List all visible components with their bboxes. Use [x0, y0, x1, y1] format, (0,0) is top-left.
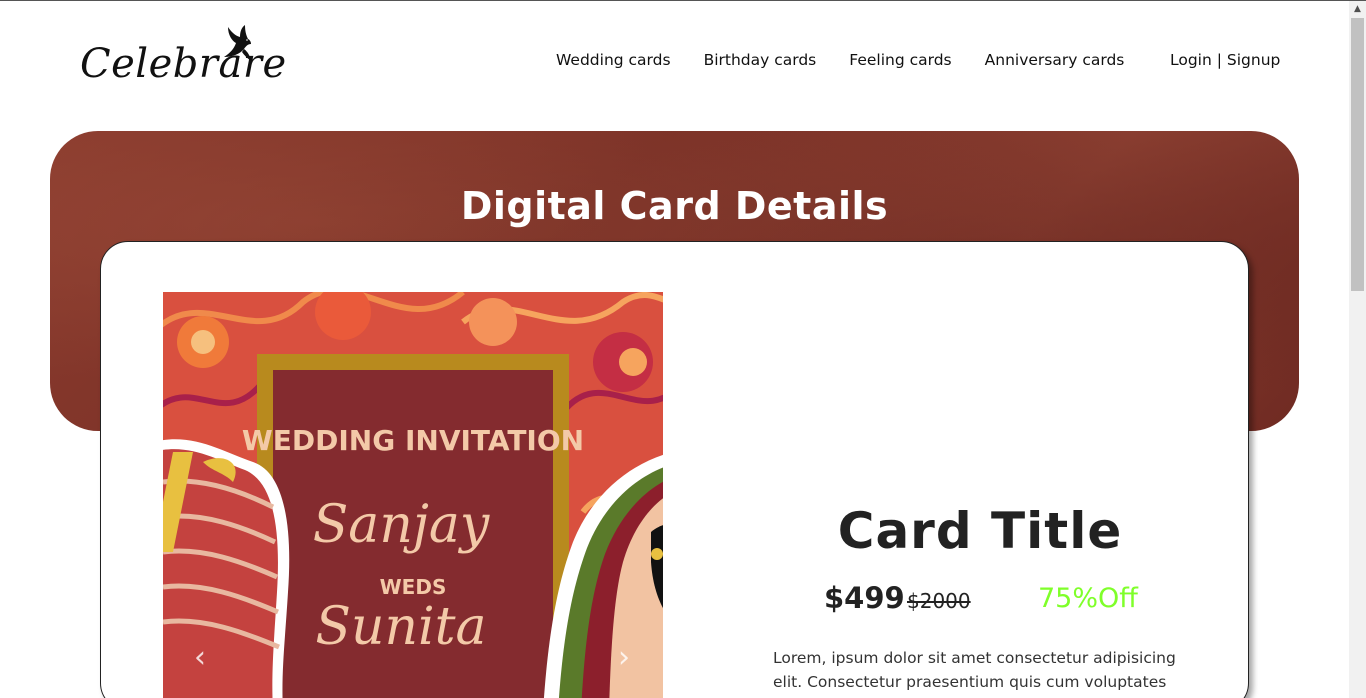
brand-name: Celebrare	[80, 41, 287, 87]
auth-links: Login | Signup	[1170, 51, 1280, 69]
login-link[interactable]: Login	[1170, 51, 1212, 69]
signup-link[interactable]: Signup	[1227, 51, 1280, 69]
invitation-name-one: Sanjay	[313, 495, 490, 555]
invitation-name-two: Sunita	[315, 597, 486, 657]
discount-badge: 75%Off	[1038, 583, 1138, 614]
scroll-up-arrow-icon[interactable]: ▲	[1349, 1, 1366, 18]
scrollbar-thumb[interactable]	[1351, 18, 1364, 291]
site-header: Celebrare Wedding cards Birthday cards F…	[0, 1, 1349, 111]
nav-feeling-cards[interactable]: Feeling cards	[849, 51, 951, 69]
main-nav: Wedding cards Birthday cards Feeling car…	[556, 51, 1157, 69]
brand-logo[interactable]: Celebrare	[80, 23, 286, 89]
card-title: Card Title	[837, 502, 1123, 560]
nav-anniversary-cards[interactable]: Anniversary cards	[985, 51, 1125, 69]
current-price: $499	[824, 581, 905, 615]
chevron-left-icon[interactable]: ‹	[188, 640, 212, 676]
page-scrollbar[interactable]: ▲	[1349, 1, 1366, 698]
dove-icon	[224, 25, 251, 61]
nav-wedding-cards[interactable]: Wedding cards	[556, 51, 671, 69]
page-title: Digital Card Details	[460, 184, 889, 228]
card-image-carousel[interactable]: WEDDING INVITATION Sanjay WEDS Sunita	[163, 292, 663, 698]
invitation-heading: WEDDING INVITATION	[242, 424, 584, 457]
auth-separator: |	[1211, 51, 1227, 69]
chevron-right-icon[interactable]: ›	[612, 640, 636, 676]
wedding-invitation-image: WEDDING INVITATION Sanjay WEDS Sunita	[163, 292, 663, 698]
original-price: $2000	[907, 589, 971, 613]
invitation-weds: WEDS	[380, 575, 447, 599]
nav-birthday-cards[interactable]: Birthday cards	[704, 51, 817, 69]
card-description: Lorem, ipsum dolor sit amet consectetur …	[773, 649, 1176, 698]
